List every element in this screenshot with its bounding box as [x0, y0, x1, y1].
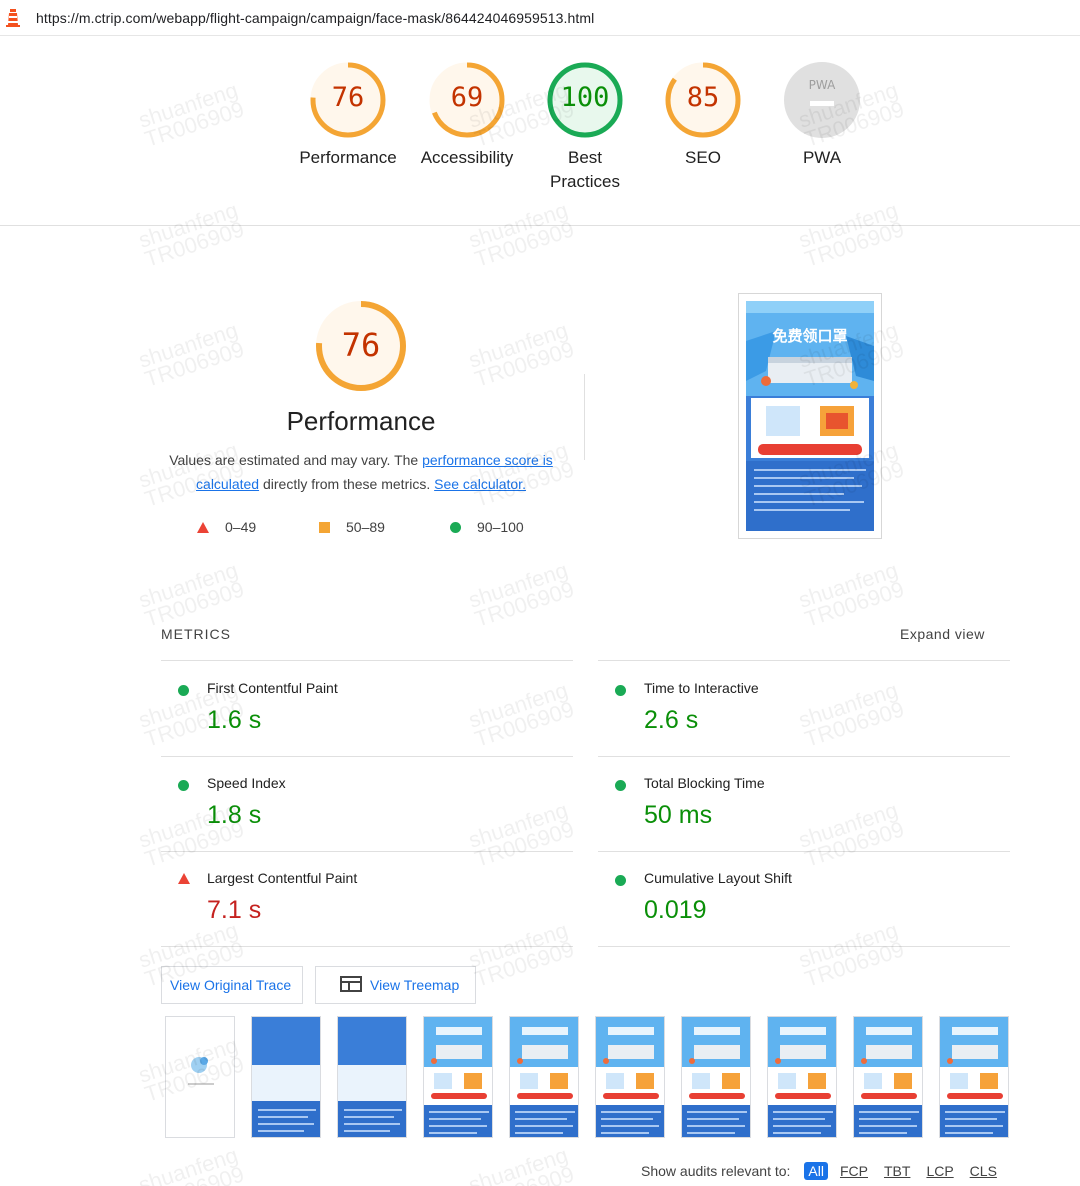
pass-circle-icon [615, 780, 626, 791]
section-separator [584, 374, 585, 460]
watermark: shuanfengTR006909 [795, 797, 908, 872]
metrics-divider [161, 851, 573, 852]
treemap-icon [340, 975, 362, 995]
pwa-badge-background [784, 62, 860, 138]
filmstrip-frame [337, 1016, 407, 1138]
gauge-score: 69 [450, 82, 484, 113]
filter-chip-cls[interactable]: CLS [966, 1162, 1001, 1180]
watermark: shuanfengTR006909 [795, 917, 908, 992]
gauge-label: PWA [802, 148, 842, 167]
view-original-trace-button[interactable]: View Original Trace [161, 966, 303, 1004]
legend-fail: 0–49 [197, 519, 256, 535]
watermark: shuanfengTR006909 [795, 557, 908, 632]
performance-title: Performance [286, 406, 436, 436]
metrics-divider [598, 851, 1010, 852]
gauge-ring: PWA [784, 62, 860, 138]
pwa-dash-icon [810, 101, 834, 106]
metrics-divider [161, 946, 573, 947]
watermark: shuanfengTR006909 [465, 677, 578, 752]
filter-chip-all[interactable]: All [804, 1162, 828, 1180]
gauge-label: SEO [685, 148, 721, 167]
gauge-score: 85 [686, 82, 720, 113]
final-screenshot[interactable]: 免费领口罩 [738, 293, 882, 539]
watermark: shuanfengTR006909 [135, 1142, 247, 1186]
filter-chip-tbt[interactable]: TBT [880, 1162, 914, 1180]
pwa-badge-text: PWA [809, 78, 836, 92]
category-gauge-best-practices[interactable]: 100 Best Practices [526, 60, 644, 194]
legend-average: 50–89 [319, 519, 385, 535]
metrics-header: METRICS [161, 626, 231, 642]
watermark: shuanfengTR006909 [465, 557, 578, 632]
watermark: shuanfengTR006909 [465, 797, 578, 872]
see-calculator-link[interactable]: See calculator. [434, 476, 526, 492]
pass-circle-icon [178, 685, 189, 696]
filmstrip-frame [165, 1016, 235, 1138]
screenshot-headline: 免费领口罩 [772, 327, 848, 345]
filmstrip-frame [509, 1016, 579, 1138]
category-gauge-accessibility[interactable]: 69 Accessibility [408, 60, 526, 170]
square-icon [319, 521, 330, 533]
expand-view-toggle[interactable]: Expand view [900, 626, 985, 642]
watermark: shuanfengTR006909 [465, 197, 578, 272]
gauge-score: 76 [331, 82, 365, 113]
header-divider [0, 225, 1080, 226]
gauge-label: Best Practices [550, 148, 620, 191]
legend-pass: 90–100 [450, 519, 524, 535]
gauge-score: 100 [560, 82, 610, 113]
gauge-label: Accessibility [420, 148, 514, 167]
filmstrip-frame [939, 1016, 1009, 1138]
category-gauge-performance[interactable]: 76 Performance [289, 60, 407, 170]
fail-triangle-icon [178, 873, 190, 884]
pass-circle-icon [615, 875, 626, 886]
filter-chip-fcp[interactable]: FCP [836, 1162, 872, 1180]
watermark: shuanfengTR006909 [795, 677, 908, 752]
metrics-divider [598, 946, 1010, 947]
watermark: shuanfengTR006909 [465, 317, 578, 392]
performance-score-value: 76 [341, 326, 381, 364]
audit-filter-label: Show audits relevant to: [641, 1163, 791, 1179]
filmstrip-frame [853, 1016, 923, 1138]
metrics-divider [161, 756, 573, 757]
filmstrip-frame [251, 1016, 321, 1138]
watermark: shuanfengTR006909 [135, 77, 248, 152]
category-gauge-seo[interactable]: 85 SEO [644, 60, 762, 170]
category-gauge-pwa[interactable]: PWA PWA [763, 60, 881, 170]
performance-description: Values are estimated and may vary. The p… [169, 452, 553, 492]
address-bar[interactable]: https://m.ctrip.com/webapp/flight-campai… [0, 0, 1080, 36]
screenshot-image: 免费领口罩 [746, 301, 874, 531]
watermark: shuanfengTR006909 [135, 557, 248, 632]
performance-score-gauge: 76 [313, 298, 409, 394]
filmstrip-frame [767, 1016, 837, 1138]
gauge-label: Performance [299, 148, 397, 167]
filmstrip-frame [595, 1016, 665, 1138]
watermark: shuanfengTR006909 [135, 197, 248, 272]
watermark: shuanfengTR006909 [465, 917, 578, 992]
filter-chip-lcp[interactable]: LCP [922, 1162, 957, 1180]
url-text[interactable]: https://m.ctrip.com/webapp/flight-campai… [36, 10, 594, 26]
watermark: shuanfengTR006909 [135, 317, 248, 392]
filmstrip-frame [423, 1016, 493, 1138]
metrics-divider [598, 660, 1010, 661]
filmstrip-frame [681, 1016, 751, 1138]
metrics-divider [598, 756, 1010, 757]
view-treemap-button[interactable]: View Treemap [315, 966, 476, 1004]
audit-filter: Show audits relevant to: All FCP TBT LCP… [641, 1162, 1001, 1180]
watermark: shuanfengTR006909 [465, 1142, 577, 1186]
pass-circle-icon [615, 685, 626, 696]
triangle-icon [197, 521, 209, 533]
circle-icon [450, 521, 461, 533]
pass-circle-icon [178, 780, 189, 791]
metrics-divider [161, 660, 573, 661]
lighthouse-icon [6, 8, 20, 27]
watermark: shuanfengTR006909 [795, 197, 908, 272]
